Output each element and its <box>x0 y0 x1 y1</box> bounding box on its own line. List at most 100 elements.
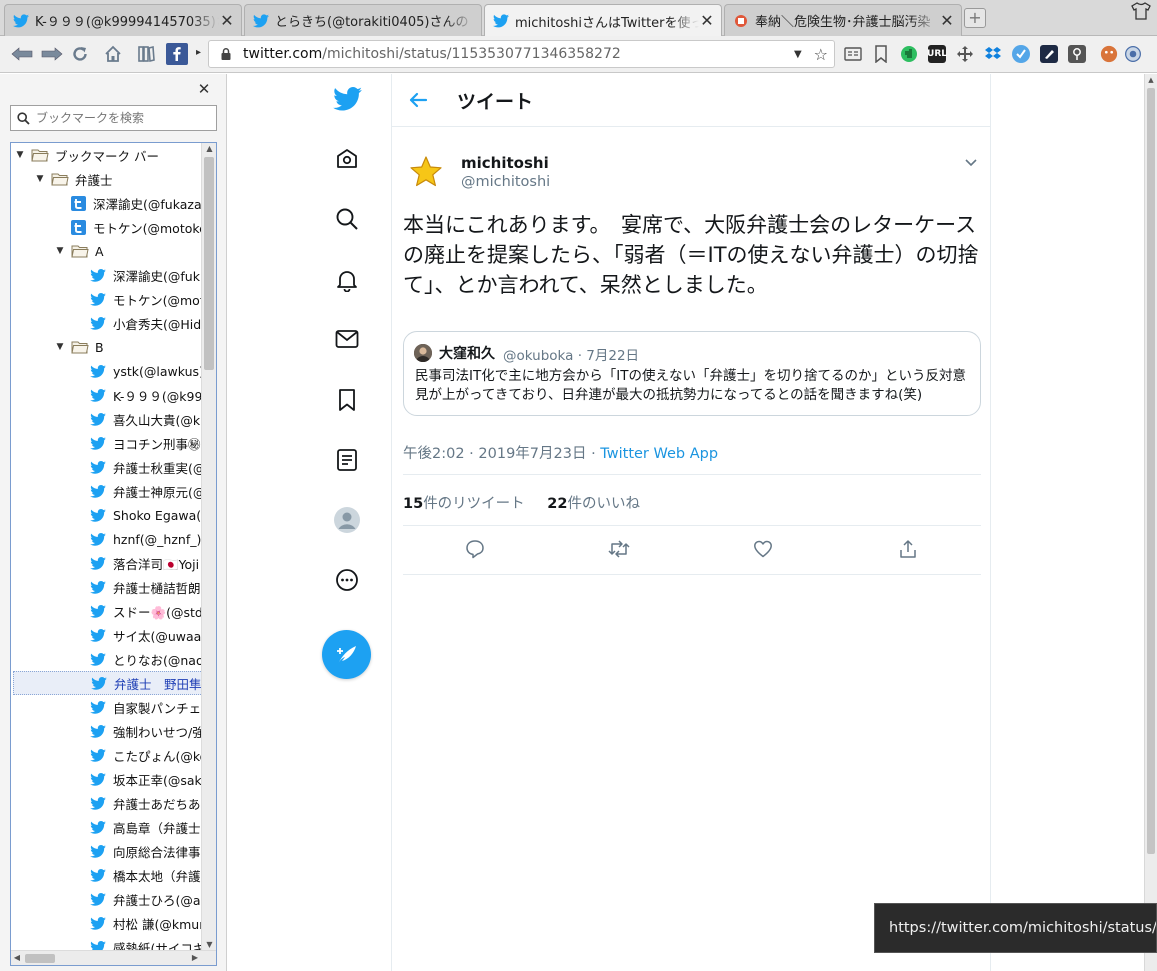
pin-extension-icon[interactable] <box>1068 45 1086 63</box>
bookmark-item[interactable]: 弁護士 野田隼 <box>13 671 205 695</box>
bookmark-item[interactable]: 深澤諭史(@fukazawa <box>11 191 201 215</box>
more-options-icon[interactable] <box>332 565 362 595</box>
bookmark-item[interactable]: 弁護士秋重実(@ <box>11 455 201 479</box>
bookmark-folder[interactable]: ▼ B <box>11 335 201 359</box>
bookmark-item[interactable]: 深澤諭史(@fuk <box>11 263 201 287</box>
bookmark-item[interactable]: 自家製パンチェ <box>11 695 201 719</box>
bookmark-item[interactable]: 坂本正幸(@sak <box>11 767 201 791</box>
close-tab-icon[interactable]: ✕ <box>219 12 235 29</box>
bookmark-item[interactable]: 弁護士樋詰哲朗 <box>11 575 201 599</box>
bookmark-folder[interactable]: ▼ ブックマーク バー <box>11 143 201 167</box>
notifications-bell-icon[interactable] <box>332 265 362 295</box>
retweet-icon[interactable] <box>608 538 630 560</box>
tab-blog[interactable]: 奉納＼危険生物･弁護士脳汚染 ✕ <box>724 4 962 36</box>
tree-horizontal-scrollbar[interactable]: ◀ ▶ <box>11 950 216 965</box>
bookmark-search-box[interactable] <box>10 105 217 131</box>
checkmark-extension-icon[interactable] <box>1012 45 1030 63</box>
library-icon[interactable] <box>134 43 158 65</box>
gear-extension-icon[interactable] <box>1124 45 1142 63</box>
address-bar[interactable]: twitter.com /michitoshi/status/115353077… <box>208 40 835 68</box>
bookmark-item[interactable]: K-９９９(@k99 <box>11 383 201 407</box>
evernote-icon[interactable] <box>900 45 918 63</box>
bookmark-label: 喜久山大貴(@k <box>113 412 201 428</box>
like-stat[interactable]: 22件のいいね <box>547 496 640 512</box>
close-tab-icon[interactable]: ✕ <box>939 12 955 29</box>
bookmark-item[interactable]: 高島章（弁護士 <box>11 815 201 839</box>
bookmarks-nav-icon[interactable] <box>332 385 362 415</box>
fox-extension-icon[interactable] <box>1100 45 1118 63</box>
bookmark-item[interactable]: ヨコチン刑事㊙ <box>11 431 201 455</box>
facebook-icon[interactable] <box>165 43 189 65</box>
close-sidebar-icon[interactable]: ✕ <box>197 82 211 97</box>
bookmark-item[interactable]: モトケン(@motoken <box>11 215 201 239</box>
bookmark-item[interactable]: ystk(@lawkus) <box>11 359 201 383</box>
page-scrollbar[interactable]: ▲ <box>1144 74 1157 971</box>
bookmark-item[interactable]: サイ太(@uwaa <box>11 623 201 647</box>
expand-toggle-icon[interactable]: ▼ <box>15 150 25 160</box>
bookmark-item[interactable]: 弁護士ひろ(@a <box>11 887 201 911</box>
bookmark-item[interactable]: 小倉秀夫(@Hid <box>11 311 201 335</box>
quoted-tweet[interactable]: 大窪和久 @okuboka · 7月22日 民事司法IT化で主に地方会から「IT… <box>403 331 981 416</box>
bookmark-item[interactable]: こたぴょん(@ko <box>11 743 201 767</box>
twitter-bird-icon <box>493 13 509 29</box>
expand-toggle-icon[interactable]: ▼ <box>55 342 65 352</box>
url-dropdown-icon[interactable]: ▼ <box>794 49 802 60</box>
bookmark-item[interactable]: とりなお(@naot <box>11 647 201 671</box>
new-tab-button[interactable]: + <box>964 8 986 28</box>
bookmark-item[interactable]: スドー🌸(@std <box>11 599 201 623</box>
tshirt-icon[interactable] <box>1131 2 1151 20</box>
like-heart-icon[interactable] <box>752 538 774 560</box>
bookmark-item[interactable]: Shoko Egawa( <box>11 503 201 527</box>
folder-icon <box>71 243 89 259</box>
reader-view-icon[interactable] <box>844 45 862 63</box>
bookmark-item[interactable]: 落合洋司🇯🇵Yoji <box>11 551 201 575</box>
bookmark-search-input[interactable] <box>36 111 206 125</box>
forward-arrow-icon[interactable] <box>40 43 64 65</box>
url-shortener-icon[interactable]: URL <box>927 45 947 63</box>
tree-vertical-scrollbar[interactable]: ▲ ▼ <box>201 143 216 951</box>
bookmarks-menu-icon[interactable] <box>872 45 890 63</box>
twitter-logo-icon[interactable] <box>332 84 362 114</box>
bookmark-item[interactable]: 村松 謙(@kmur <box>11 911 201 935</box>
bookmark-star-icon[interactable]: ☆ <box>814 45 828 64</box>
bookmark-item[interactable]: hznf(@_hznf_) <box>11 527 201 551</box>
expand-toggle-icon[interactable]: ▼ <box>55 246 65 256</box>
tab-torakiti[interactable]: とらきち(@torakiti0405)さんの <box>244 4 482 36</box>
bookmark-item[interactable]: 弁護士あだちあ <box>11 791 201 815</box>
bookmark-folder[interactable]: ▼ A <box>11 239 201 263</box>
close-tab-icon[interactable]: ✕ <box>699 13 715 29</box>
share-icon[interactable] <box>897 538 919 560</box>
tab-k999[interactable]: K-９９９(@k999941457035)さ ✕ <box>4 4 242 36</box>
tab-michitoshi[interactable]: michitoshiさんはTwitterを使って ✕ <box>484 4 722 37</box>
bookmark-item[interactable]: 橋本太地（弁護 <box>11 863 201 887</box>
reply-icon[interactable] <box>464 538 486 560</box>
client-app-link[interactable]: Twitter Web App <box>600 446 718 462</box>
bookmark-item[interactable]: 弁護士神原元(@ <box>11 479 201 503</box>
bookmark-folder[interactable]: ▼ 弁護士 <box>11 167 201 191</box>
home-icon[interactable] <box>101 43 125 65</box>
dropbox-icon[interactable] <box>984 45 1002 63</box>
back-arrow-icon[interactable] <box>406 88 430 112</box>
retweet-stat[interactable]: 15件のリツイート <box>403 496 525 512</box>
back-arrow-icon[interactable] <box>10 43 34 65</box>
bookmark-item[interactable]: 喜久山大貴(@k <box>11 407 201 431</box>
messages-envelope-icon[interactable] <box>332 324 362 354</box>
bookmark-item[interactable]: 強制わいせつ/強 <box>11 719 201 743</box>
star-avatar-icon[interactable] <box>406 152 446 192</box>
home-nav-icon[interactable] <box>332 144 362 174</box>
bookmark-item[interactable]: 向原総合法律事 <box>11 839 201 863</box>
lists-nav-icon[interactable] <box>332 445 362 475</box>
user-display-name[interactable]: michitoshi <box>461 154 549 172</box>
reload-icon[interactable] <box>68 43 92 65</box>
move-arrows-icon[interactable] <box>956 45 974 63</box>
user-handle[interactable]: @michitoshi <box>461 174 550 190</box>
explore-search-icon[interactable] <box>332 204 362 234</box>
pen-extension-icon[interactable] <box>1040 45 1058 63</box>
chevron-down-icon[interactable] <box>963 154 979 170</box>
bookmark-item[interactable]: モトケン(@moto <box>11 287 201 311</box>
profile-avatar-icon[interactable] <box>332 505 362 535</box>
overflow-chevron-icon[interactable]: ▸ <box>196 47 201 58</box>
timestamp-text[interactable]: 午後2:02 · 2019年7月23日 · <box>403 446 600 462</box>
expand-toggle-icon[interactable]: ▼ <box>35 174 45 184</box>
compose-tweet-button[interactable] <box>322 630 371 679</box>
